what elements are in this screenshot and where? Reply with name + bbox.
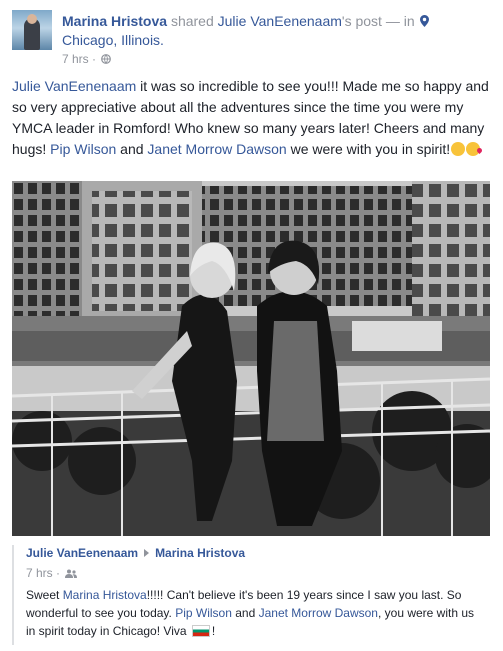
comment-text: Sweet Marina Hristova!!!!! Can't believe… [26, 586, 476, 640]
comment-text-1: Sweet [26, 588, 63, 602]
avatar-head [27, 14, 37, 24]
globe-icon[interactable] [101, 54, 112, 64]
post-and: and [116, 141, 148, 157]
location-link[interactable]: Chicago, Illinois. [62, 32, 164, 48]
smiling-face-icon [451, 142, 466, 156]
comment-mention-marina[interactable]: Marina Hristova [63, 588, 147, 602]
bulgaria-flag-icon [191, 625, 210, 637]
author-name-link[interactable]: Marina Hristova [62, 13, 167, 29]
mention-janet[interactable]: Janet Morrow Dawson [147, 141, 286, 157]
comment-meta: 7 hrs · [26, 566, 78, 580]
post-timestamp[interactable]: 7 hrs [62, 52, 89, 66]
comment-target-link[interactable]: Marina Hristova [155, 546, 245, 560]
comment-text-5: ! [211, 624, 216, 638]
triangle-right-icon [144, 549, 150, 557]
mention-pip[interactable]: Pip Wilson [50, 141, 116, 157]
comment-text-3: and [231, 606, 259, 620]
shared-word: shared [170, 13, 214, 29]
friends-icon[interactable] [65, 569, 78, 578]
post-text: Julie VanEenenaam it was so incredible t… [12, 76, 494, 160]
post-header: Marina Hristova shared Julie VanEenenaam… [12, 10, 492, 66]
location-pin-icon [419, 15, 429, 27]
shared-from-link[interactable]: Julie VanEenenaam [218, 13, 342, 29]
author-avatar[interactable] [12, 10, 52, 50]
comment-mention-pip[interactable]: Pip Wilson [175, 606, 232, 620]
post-body-2: we were with you in spirit! [286, 141, 451, 157]
post-meta: 7 hrs · [62, 52, 112, 66]
comment-header: Julie VanEenenaam Marina Hristova [26, 545, 245, 561]
header-line: Marina Hristova shared Julie VanEenenaam… [62, 12, 482, 50]
comment-timestamp[interactable]: 7 hrs [26, 566, 53, 580]
shared-suffix: 's post — in [341, 13, 415, 29]
kissing-face-icon [466, 142, 481, 156]
post-photo[interactable] [12, 181, 490, 536]
shared-comment: Julie VanEenenaam Marina Hristova 7 hrs ·… [12, 545, 492, 645]
comment-author-link[interactable]: Julie VanEenenaam [26, 546, 138, 560]
photo-illustration [12, 181, 490, 536]
comment-mention-janet[interactable]: Janet Morrow Dawson [259, 606, 378, 620]
mention-julie[interactable]: Julie VanEenenaam [12, 78, 136, 94]
